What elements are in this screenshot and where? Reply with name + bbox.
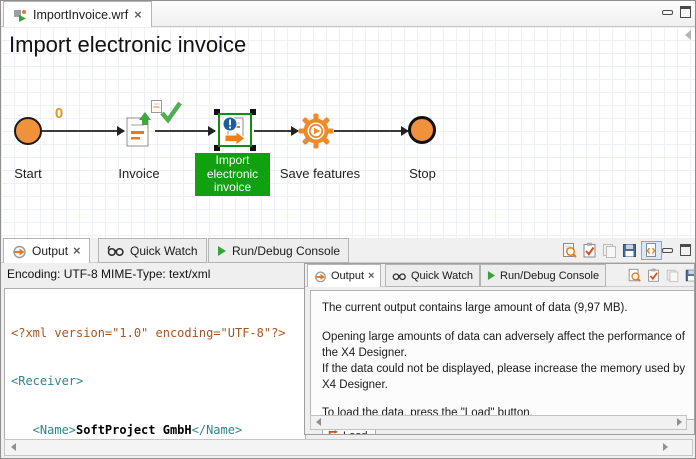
output-dialog-panel: Output × Quick Watch Run/Debug Console xyxy=(304,263,695,435)
copy-icon[interactable] xyxy=(664,267,681,284)
invoice-node-label: Invoice xyxy=(111,166,167,181)
output-icon xyxy=(12,244,27,259)
save-output-icon[interactable] xyxy=(683,267,695,284)
scroll-left-icon[interactable] xyxy=(316,418,321,426)
horizontal-scrollbar[interactable] xyxy=(4,439,693,456)
output-icon xyxy=(314,270,327,283)
tab-quick-watch-label: Quick Watch xyxy=(411,270,473,282)
editor-tab-title: ImportInvoice.wrf xyxy=(33,8,128,22)
validate-output-icon[interactable] xyxy=(581,242,598,259)
xml-source-view-icon[interactable] xyxy=(641,241,662,260)
stop-node-label: Stop xyxy=(395,166,450,181)
run-icon xyxy=(487,270,496,281)
import-electronic-invoice-node[interactable] xyxy=(216,111,254,149)
copy-icon[interactable] xyxy=(601,242,618,259)
edge-start-invoice[interactable] xyxy=(42,130,124,132)
invoice-node[interactable] xyxy=(124,111,154,149)
start-node[interactable] xyxy=(14,117,42,145)
scroll-left-icon[interactable] xyxy=(11,443,16,451)
dialog-toolbar xyxy=(626,267,695,284)
import-node-icon xyxy=(218,113,252,147)
validate-output-icon[interactable] xyxy=(645,267,662,284)
glasses-icon xyxy=(392,270,407,281)
minimize-icon[interactable] xyxy=(662,10,673,15)
tab-quick-watch-label: Quick Watch xyxy=(130,244,198,258)
editor-tabbar: ImportInvoice.wrf × xyxy=(1,1,695,27)
tab-output-label: Output xyxy=(32,244,68,258)
tab-quick-watch[interactable]: Quick Watch xyxy=(385,264,480,287)
load-button-label: Load xyxy=(343,430,367,435)
xml-output-viewer[interactable]: <?xml version="1.0" encoding="UTF-8"?> <… xyxy=(4,288,306,441)
tab-importinvoice-wrf[interactable]: ImportInvoice.wrf × xyxy=(3,1,152,27)
xml-line: <Receiver> xyxy=(11,373,305,389)
tab-quick-watch[interactable]: Quick Watch xyxy=(98,238,207,263)
minimize-icon[interactable] xyxy=(662,248,673,253)
workflow-canvas[interactable]: Import electronic invoice 0 xyxy=(1,27,695,238)
edge-import-save[interactable] xyxy=(254,130,298,132)
save-features-node[interactable] xyxy=(298,113,334,149)
edge-invoice-import[interactable] xyxy=(155,130,215,132)
tab-output[interactable]: Output × xyxy=(3,238,90,263)
edge-save-stop[interactable] xyxy=(334,130,408,132)
load-refresh-icon xyxy=(328,430,339,435)
close-tab-icon[interactable]: × xyxy=(368,271,374,281)
message-line: Opening large amounts of data can advers… xyxy=(322,329,695,361)
scroll-right-icon[interactable] xyxy=(677,418,682,426)
scroll-right-icon[interactable] xyxy=(663,443,668,451)
run-icon xyxy=(217,245,227,257)
x4-designer-window: ImportInvoice.wrf × Import electronic in… xyxy=(0,0,696,459)
tab-run-debug-console[interactable]: Run/Debug Console xyxy=(208,238,349,263)
glasses-icon xyxy=(107,244,125,257)
close-tab-icon[interactable]: × xyxy=(73,246,81,256)
maximize-icon[interactable] xyxy=(680,6,691,18)
output-toolbar xyxy=(561,241,662,260)
import-node-label[interactable]: Importelectronicinvoice xyxy=(195,153,270,196)
xml-line: <Name>SoftProject GmbH</Name> xyxy=(11,422,305,438)
output-view-tabbar: Output × Quick Watch Run/Debug Console xyxy=(1,238,695,263)
workflow-title: Import electronic invoice xyxy=(9,32,246,58)
workflow-file-icon xyxy=(13,8,27,22)
tab-output-label: Output xyxy=(331,270,364,282)
large-output-message: The current output contains large amount… xyxy=(310,290,695,420)
dialog-horizontal-scrollbar[interactable] xyxy=(310,415,687,430)
search-output-icon[interactable] xyxy=(561,242,578,259)
message-line: The current output contains large amount… xyxy=(322,300,695,316)
output-view-controls xyxy=(662,244,691,256)
tab-output[interactable]: Output × xyxy=(307,264,381,287)
save-features-node-label: Save features xyxy=(277,166,363,181)
stop-node[interactable] xyxy=(408,116,436,144)
message-line: If the data could not be displayed, plea… xyxy=(322,361,695,393)
edge-count-label: 0 xyxy=(47,105,71,122)
xml-line: <?xml version="1.0" encoding="UTF-8"?> xyxy=(11,325,305,341)
collapse-panel-icon[interactable] xyxy=(685,30,691,40)
dialog-tabbar: Output × Quick Watch Run/Debug Console xyxy=(305,264,694,287)
success-check-icon xyxy=(158,99,184,125)
tab-run-debug-console[interactable]: Run/Debug Console xyxy=(480,264,606,287)
encoding-status: Encoding: UTF-8 MIME-Type: text/xml xyxy=(7,267,210,281)
tab-run-debug-label: Run/Debug Console xyxy=(500,270,599,282)
start-node-label: Start xyxy=(1,166,56,181)
save-output-icon[interactable] xyxy=(621,242,638,259)
editor-view-controls xyxy=(662,6,691,18)
maximize-icon[interactable] xyxy=(680,244,691,256)
search-output-icon[interactable] xyxy=(626,267,643,284)
close-tab-icon[interactable]: × xyxy=(134,10,142,20)
tab-run-debug-label: Run/Debug Console xyxy=(232,244,340,258)
